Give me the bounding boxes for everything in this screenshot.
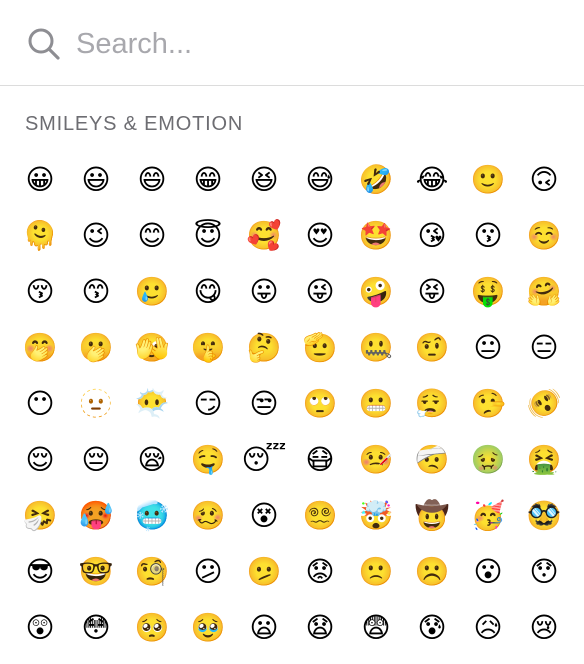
emoji-button[interactable]: 😯: [524, 552, 564, 592]
emoji-button[interactable]: 😰: [412, 608, 452, 648]
emoji-button[interactable]: 🤠: [412, 496, 452, 536]
emoji-button[interactable]: 😴: [242, 440, 287, 480]
emoji-button[interactable]: 😘: [412, 216, 452, 256]
emoji-button[interactable]: 🤢: [468, 440, 508, 480]
emoji-button[interactable]: 🥳: [468, 496, 508, 536]
emoji-button[interactable]: 🤪: [356, 272, 396, 312]
emoji-button[interactable]: 😐: [468, 328, 508, 368]
emoji-button[interactable]: 🙃: [524, 160, 564, 200]
emoji-button[interactable]: 😀: [20, 160, 60, 200]
emoji-button[interactable]: 🤣: [356, 160, 396, 200]
emoji-button[interactable]: 😙: [76, 272, 116, 312]
emoji-button[interactable]: 🥸: [524, 496, 564, 536]
section-title: SMILEYS & EMOTION: [25, 113, 244, 135]
emoji-button[interactable]: 🤥: [468, 384, 508, 424]
emoji-button[interactable]: 😶‍🌫️: [132, 384, 172, 424]
emoji-button[interactable]: 😍: [300, 216, 340, 256]
emoji-button[interactable]: 😨: [356, 608, 396, 648]
emoji-button[interactable]: 🫨: [524, 384, 564, 424]
emoji-button[interactable]: 🤗: [524, 272, 564, 312]
emoji-button[interactable]: 😛: [244, 272, 284, 312]
emoji-button[interactable]: 😶: [20, 384, 60, 424]
emoji-button[interactable]: 😄: [132, 160, 172, 200]
emoji-button[interactable]: 😁: [188, 160, 228, 200]
emoji-button[interactable]: 😧: [300, 608, 340, 648]
emoji-button[interactable]: 😗: [468, 216, 508, 256]
search-input[interactable]: [76, 22, 556, 66]
emoji-button[interactable]: 😪: [132, 440, 172, 480]
emoji-button[interactable]: 😵: [244, 496, 284, 536]
emoji-button[interactable]: 😆: [244, 160, 284, 200]
emoji-button[interactable]: 😂: [412, 160, 452, 200]
search-icon: [28, 28, 60, 60]
emoji-button[interactable]: 🫥: [76, 384, 116, 424]
emoji-button[interactable]: 🤕: [412, 440, 452, 480]
emoji-button[interactable]: ☺️: [524, 216, 564, 256]
emoji-button[interactable]: 🤒: [356, 440, 396, 480]
emoji-button[interactable]: 🥹: [188, 608, 228, 648]
emoji-button[interactable]: 😎: [20, 552, 60, 592]
emoji-button[interactable]: 🫣: [132, 328, 172, 368]
emoji-button[interactable]: 😮: [468, 552, 508, 592]
emoji-button[interactable]: 🥲: [132, 272, 172, 312]
emoji-button[interactable]: 🤤: [188, 440, 228, 480]
emoji-button[interactable]: 🙄: [300, 384, 340, 424]
emoji-button[interactable]: 😇: [188, 216, 228, 256]
emoji-button[interactable]: 🥴: [188, 496, 228, 536]
emoji-button[interactable]: 😬: [356, 384, 396, 424]
emoji-button[interactable]: 🫤: [244, 552, 284, 592]
emoji-button[interactable]: 😵‍💫: [300, 496, 340, 536]
search-bar: [0, 0, 584, 86]
emoji-button[interactable]: 🥺: [132, 608, 172, 648]
emoji-button[interactable]: 😃: [76, 160, 116, 200]
emoji-button[interactable]: 🥶: [132, 496, 172, 536]
emoji-button[interactable]: 😋: [188, 272, 228, 312]
emoji-button[interactable]: ☹️: [412, 552, 452, 592]
emoji-button[interactable]: 🙁: [356, 552, 396, 592]
emoji-button[interactable]: 😊: [132, 216, 172, 256]
emoji-button[interactable]: 😒: [244, 384, 284, 424]
emoji-button[interactable]: 🤧: [20, 496, 60, 536]
emoji-button[interactable]: 🙂: [468, 160, 508, 200]
emoji-button[interactable]: 😟: [300, 552, 340, 592]
emoji-button[interactable]: 🫢: [76, 328, 116, 368]
emoji-button[interactable]: 🤫: [188, 328, 228, 368]
emoji-button[interactable]: 😕: [188, 552, 228, 592]
emoji-button[interactable]: 😷: [300, 440, 340, 480]
emoji-button[interactable]: 🤯: [356, 496, 396, 536]
emoji-button[interactable]: 😏: [188, 384, 228, 424]
emoji-button[interactable]: 😝: [412, 272, 452, 312]
emoji-button[interactable]: 🤐: [356, 328, 396, 368]
emoji-button[interactable]: 😅: [300, 160, 340, 200]
emoji-button[interactable]: 🤭: [20, 328, 60, 368]
emoji-grid: 😀 😃 😄 😁 😆 😅 🤣 😂 🙂 🙃 🫠 😉 😊 😇 🥰 😍 🤩 😘 😗 ☺️ 😚 😙 🥲 😋 😛 😜 🤪 😝 🤑 🤗 🤭 🫢 🫣 🤫 🤔 🫡 🤐 🤨 😐…: [20, 160, 580, 664]
emoji-button[interactable]: 😢: [524, 608, 564, 648]
emoji-button[interactable]: 😌: [20, 440, 60, 480]
emoji-button[interactable]: 😔: [76, 440, 116, 480]
emoji-button[interactable]: 🤩: [356, 216, 396, 256]
emoji-button[interactable]: 😑: [524, 328, 564, 368]
emoji-button[interactable]: 😳: [76, 608, 116, 648]
emoji-button[interactable]: 😦: [244, 608, 284, 648]
emoji-button[interactable]: 😚: [20, 272, 60, 312]
emoji-button[interactable]: 🤔: [244, 328, 284, 368]
emoji-button[interactable]: 😮‍💨: [412, 384, 452, 424]
emoji-button[interactable]: 🥵: [76, 496, 116, 536]
emoji-button[interactable]: 🤮: [524, 440, 564, 480]
emoji-button[interactable]: 😥: [468, 608, 508, 648]
emoji-button[interactable]: 🫠: [20, 216, 60, 256]
emoji-button[interactable]: 🤑: [468, 272, 508, 312]
emoji-button[interactable]: 😉: [76, 216, 116, 256]
emoji-button[interactable]: 🫡: [300, 328, 340, 368]
emoji-button[interactable]: 😜: [300, 272, 340, 312]
emoji-button[interactable]: 🧐: [132, 552, 172, 592]
emoji-button[interactable]: 🤓: [76, 552, 116, 592]
emoji-button[interactable]: 🥰: [244, 216, 284, 256]
emoji-button[interactable]: 😲: [20, 608, 60, 648]
emoji-button[interactable]: 🤨: [412, 328, 452, 368]
